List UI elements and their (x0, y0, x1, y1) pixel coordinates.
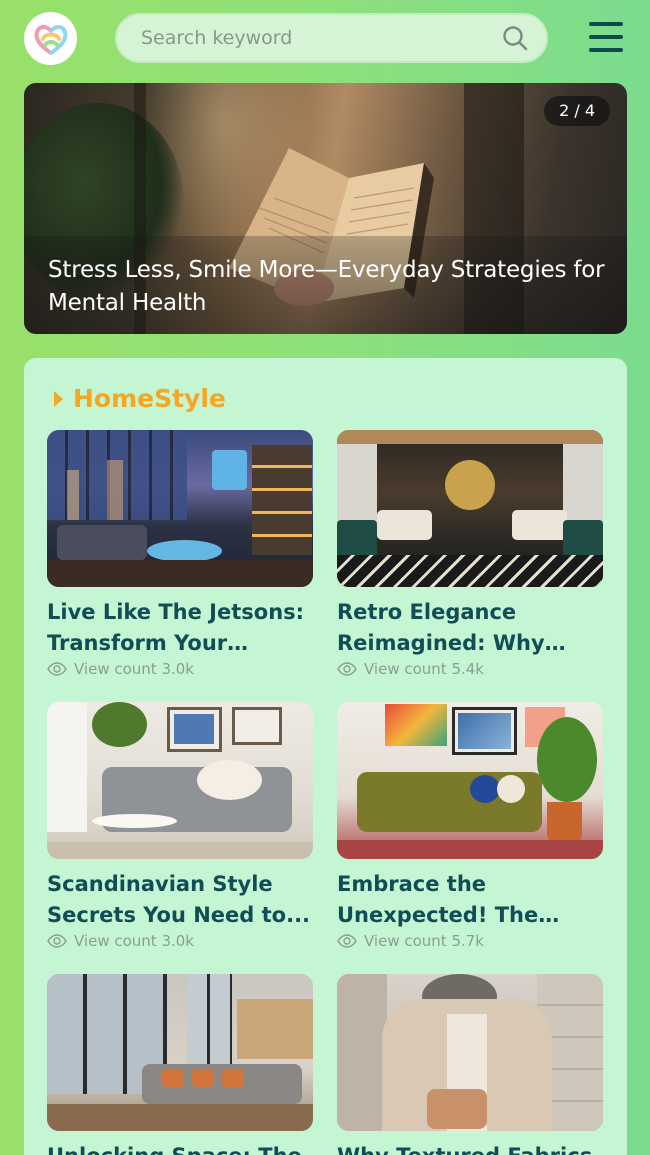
view-count-text: View count 5.7k (364, 932, 484, 950)
search-bar (115, 13, 548, 63)
view-count-text: View count 3.0k (74, 932, 194, 950)
article-title[interactable]: Why Textured Fabrics (337, 1141, 603, 1155)
view-count: View count 5.4k (337, 660, 603, 678)
search-icon[interactable] (500, 23, 530, 53)
article-card[interactable]: Scandinavian Style Secrets You Need to..… (47, 702, 313, 950)
article-title[interactable]: Live Like The Jetsons: Transform Your Ho… (47, 597, 313, 659)
caret-right-icon (54, 390, 63, 407)
view-count: View count 3.0k (47, 660, 313, 678)
article-thumbnail[interactable] (47, 702, 313, 859)
homestyle-section: HomeStyle Live Like The Jetsons: Transfo… (24, 358, 627, 1155)
article-thumbnail[interactable] (337, 974, 603, 1131)
article-card[interactable]: Embrace the Unexpected! The Mag... View … (337, 702, 603, 950)
hamburger-menu-icon[interactable] (589, 22, 623, 52)
eye-icon (47, 662, 67, 676)
article-card[interactable]: Why Textured Fabrics (337, 974, 603, 1155)
article-thumbnail[interactable] (47, 974, 313, 1131)
heart-logo-icon[interactable] (24, 12, 77, 65)
article-thumbnail[interactable] (337, 702, 603, 859)
app-header (0, 0, 650, 80)
article-title[interactable]: Embrace the Unexpected! The Mag... (337, 869, 603, 931)
carousel-counter: 2 / 4 (544, 96, 610, 126)
hero-carousel[interactable]: 2 / 4 Stress Less, Smile More—Everyday S… (24, 83, 627, 334)
article-title[interactable]: Unlocking Space: The (47, 1141, 313, 1155)
view-count: View count 5.7k (337, 932, 603, 950)
view-count-text: View count 3.0k (74, 660, 194, 678)
view-count-text: View count 5.4k (364, 660, 484, 678)
article-card[interactable]: Unlocking Space: The (47, 974, 313, 1155)
search-input[interactable] (141, 27, 500, 49)
article-title[interactable]: Scandinavian Style Secrets You Need to..… (47, 869, 313, 931)
section-title: HomeStyle (73, 384, 226, 413)
article-thumbnail[interactable] (47, 430, 313, 587)
hero-title[interactable]: Stress Less, Smile More—Everyday Strateg… (48, 254, 627, 320)
eye-icon (337, 934, 357, 948)
eye-icon (337, 662, 357, 676)
article-title[interactable]: Retro Elegance Reimagined: Why Art... (337, 597, 603, 659)
hero-caption: Stress Less, Smile More—Everyday Strateg… (24, 236, 627, 334)
section-header[interactable]: HomeStyle (54, 384, 226, 413)
view-count: View count 3.0k (47, 932, 313, 950)
article-thumbnail[interactable] (337, 430, 603, 587)
eye-icon (47, 934, 67, 948)
article-card[interactable]: Live Like The Jetsons: Transform Your Ho… (47, 430, 313, 678)
article-card[interactable]: Retro Elegance Reimagined: Why Art... Vi… (337, 430, 603, 678)
